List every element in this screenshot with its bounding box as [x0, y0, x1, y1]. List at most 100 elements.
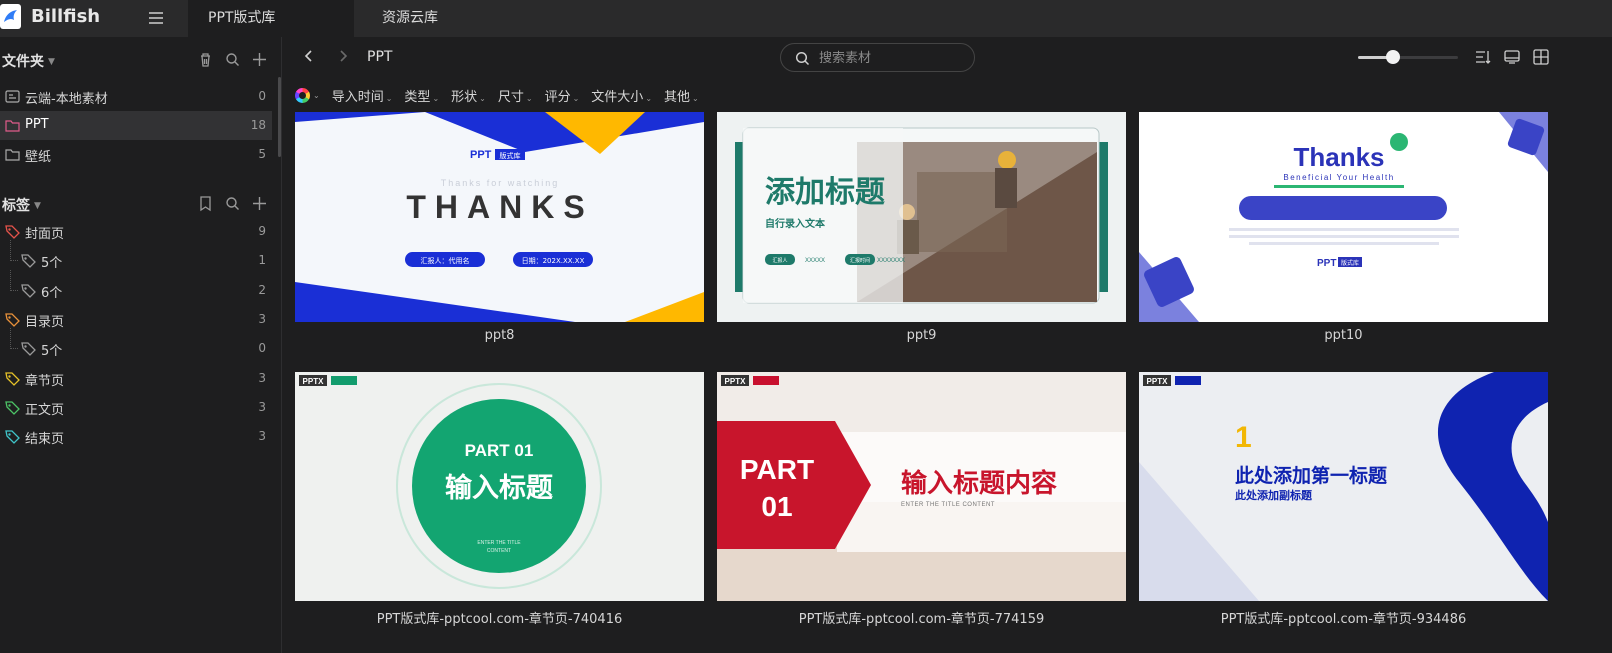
filter-rating[interactable]: 评分 ⌄ [545, 86, 580, 105]
tag-label: 章节页 [25, 373, 65, 389]
asset-card[interactable]: PPTX 1 此处添加第一标题 此处添加副标题 PPT版式库-pptcool.c… [1139, 372, 1548, 632]
title-bar: Billfish PPT版式库 资源云库 [0, 0, 1612, 37]
chevron-down-icon: ⌄ [479, 93, 486, 103]
folder-label: 云端-本地素材 [25, 92, 108, 107]
filter-file-size[interactable]: 文件大小 ⌄ [591, 86, 652, 105]
svg-text:THANKS: THANKS [406, 189, 593, 225]
asset-card[interactable]: PPT 版式库 Thanks for watching THANKS 汇报人：代… [295, 112, 704, 352]
svg-text:日期：202X.XX.XX: 日期：202X.XX.XX [522, 257, 585, 265]
slide-thumbnail-add-title: 添加标题 自行录入文本 汇报人 XXXXX 汇报时间 XXXXXXX [717, 112, 1126, 322]
color-wheel-icon [295, 87, 310, 103]
tag-icon [21, 342, 36, 357]
tag-item[interactable]: 5个 1 [0, 240, 272, 275]
filter-label: 其他 [664, 89, 691, 105]
chevron-down-icon: ⌄ [645, 93, 653, 103]
svg-text:汇报人：代用名: 汇报人：代用名 [421, 256, 470, 265]
filter-import-time[interactable]: 导入时间 ⌄ [332, 86, 393, 105]
tag-count: 9 [258, 224, 266, 238]
preview-mode-icon[interactable] [1503, 48, 1521, 66]
filter-shape[interactable]: 形状 ⌄ [451, 86, 486, 105]
svg-text:XXXXX: XXXXX [805, 258, 825, 264]
folder-item-wallpaper[interactable]: 壁纸 5 [0, 140, 272, 169]
tab-label: 资源云库 [382, 10, 438, 26]
chevron-down-icon: ⌄ [525, 93, 533, 103]
chevron-down-icon: ▼ [34, 201, 41, 211]
folder-count: 5 [258, 147, 266, 161]
tag-icon [5, 313, 20, 327]
folder-label: 壁纸 [25, 150, 52, 165]
svg-text:此处添加副标题: 此处添加副标题 [1235, 488, 1313, 502]
search-icon[interactable] [224, 51, 241, 68]
search-input[interactable] [819, 49, 964, 67]
back-icon[interactable] [301, 48, 317, 64]
app-name: Billfish [31, 6, 101, 27]
thumbnail: Thanks Beneficial Your Health PPT 版式库 [1139, 112, 1548, 322]
svg-text:输入标题: 输入标题 [445, 472, 553, 504]
zoom-slider-handle[interactable] [1386, 50, 1400, 64]
bookmark-icon[interactable] [197, 195, 214, 212]
asset-name: PPT版式库-pptcool.com-章节页-934486 [1220, 612, 1467, 627]
tags-title[interactable]: 标签 ▼ [2, 195, 41, 215]
folders-title[interactable]: 文件夹 ▼ [2, 51, 55, 71]
grid-view-icon[interactable] [1532, 48, 1550, 66]
tag-item[interactable]: 封面页 9 [0, 217, 272, 246]
filter-type[interactable]: 类型 ⌄ [404, 86, 439, 105]
svg-text:Thanks: Thanks [1293, 142, 1384, 172]
filter-bar: ⌄ 导入时间 ⌄ 类型 ⌄ 形状 ⌄ 尺寸 ⌄ 评分 ⌄ 文件大小 ⌄ 其他 ⌄ [295, 84, 699, 106]
chevron-down-icon: ⌄ [692, 93, 699, 103]
chevron-down-icon: ⌄ [385, 93, 393, 103]
filter-label: 类型 [404, 89, 431, 105]
tree-connector [10, 269, 18, 291]
folder-item-ppt[interactable]: PPT 18 [0, 111, 272, 140]
tag-item[interactable]: 章节页 3 [0, 364, 272, 393]
svg-text:版式库: 版式库 [1341, 259, 1359, 267]
zoom-slider-track[interactable] [1393, 56, 1458, 59]
svg-text:输入标题内容: 输入标题内容 [901, 468, 1057, 499]
svg-text:1: 1 [1235, 421, 1252, 454]
tag-item[interactable]: 正文页 3 [0, 393, 272, 422]
asset-card[interactable]: 添加标题 自行录入文本 汇报人 XXXXX 汇报时间 XXXXXXX ppt9 [717, 112, 1126, 352]
folders-header: 文件夹 ▼ [0, 45, 282, 75]
asset-card[interactable]: PPTX PART 01 输入标题内容 ENTER THE TITLE CONT… [717, 372, 1126, 632]
tag-item[interactable]: 结束页 3 [0, 422, 272, 451]
menu-icon[interactable] [146, 8, 166, 28]
tree-connector [10, 240, 18, 262]
svg-text:自行录入文本: 自行录入文本 [765, 217, 826, 230]
tab-label: PPT版式库 [208, 10, 276, 26]
tab-resource-cloud[interactable]: 资源云库 [362, 0, 492, 37]
search-box[interactable] [780, 43, 975, 72]
tag-item[interactable]: 目录页 3 [0, 305, 272, 334]
sort-icon[interactable] [1474, 48, 1492, 66]
sidebar-scrollbar[interactable] [278, 77, 281, 157]
asset-name: PPT版式库-pptcool.com-章节页-740416 [376, 612, 623, 627]
folder-icon [5, 149, 20, 161]
filter-size[interactable]: 尺寸 ⌄ [498, 86, 533, 105]
filter-label: 导入时间 [331, 89, 384, 105]
tag-label: 5个 [41, 344, 63, 360]
slide-thumbnail-part01-red: PPTX PART 01 输入标题内容 ENTER THE TITLE CONT… [717, 372, 1126, 601]
trash-icon[interactable] [197, 51, 214, 68]
add-icon[interactable] [251, 195, 268, 212]
asset-card[interactable]: Thanks Beneficial Your Health PPT 版式库 pp… [1139, 112, 1548, 352]
tag-item[interactable]: 5个 0 [0, 328, 272, 363]
tag-count: 0 [258, 341, 266, 356]
svg-text:汇报时间: 汇报时间 [850, 257, 870, 264]
svg-text:PPTX: PPTX [303, 377, 325, 386]
asset-card[interactable]: PPTX PART 01 输入标题 ENTER THE TITLE CONTEN… [295, 372, 704, 632]
search-icon[interactable] [224, 195, 241, 212]
folder-count: 18 [250, 118, 266, 132]
tab-ppt-library[interactable]: PPT版式库 [188, 0, 354, 37]
folder-item-cloud-local[interactable]: 云端-本地素材 0 [0, 82, 272, 111]
svg-text:PPT: PPT [470, 149, 492, 161]
tag-item[interactable]: 6个 2 [0, 269, 272, 305]
forward-icon[interactable] [335, 48, 351, 64]
svg-text:ENTER THE TITLE CONTENT: ENTER THE TITLE CONTENT [901, 502, 995, 508]
add-icon[interactable] [251, 51, 268, 68]
tag-label: 6个 [41, 285, 63, 301]
color-filter[interactable]: ⌄ [295, 87, 320, 103]
tag-label: 5个 [41, 256, 63, 272]
filter-other[interactable]: 其他 ⌄ [664, 86, 699, 105]
asset-name: PPT版式库-pptcool.com-章节页-774159 [798, 612, 1045, 627]
tag-count: 1 [258, 253, 266, 268]
tag-icon [5, 430, 20, 445]
